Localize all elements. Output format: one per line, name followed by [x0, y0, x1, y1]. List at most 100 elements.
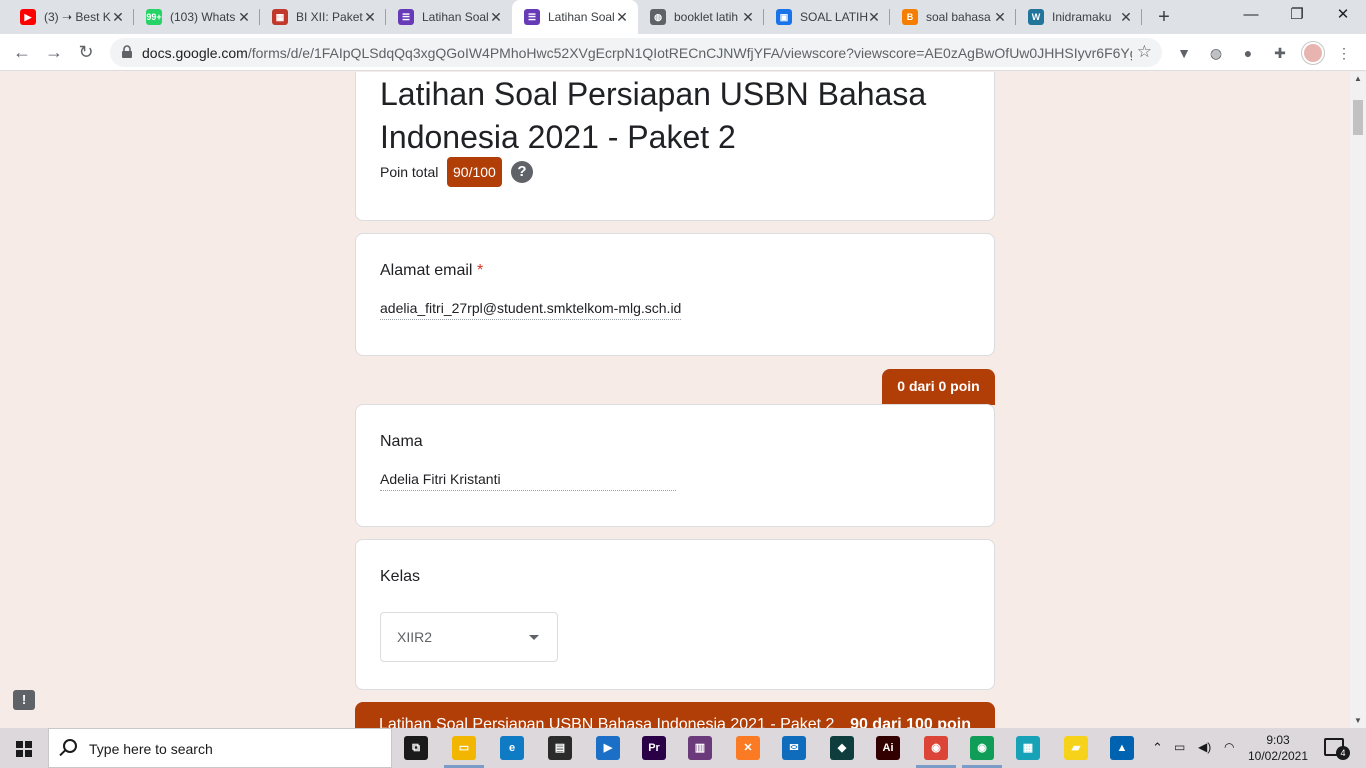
reload-icon[interactable]: ↻ [74, 40, 98, 64]
browser-tab[interactable]: ☰ Latihan Soal ✕ [386, 0, 512, 34]
address-bar[interactable]: docs.google.com/forms/d/e/1FAIpQLSdqQq3x… [110, 38, 1162, 67]
search-icon [63, 739, 77, 753]
blogger-icon: B [902, 9, 918, 25]
browser-tab[interactable]: ◍ booklet latih ✕ [638, 0, 764, 34]
extension-globe-icon[interactable]: ◍ [1206, 43, 1226, 63]
browser-tab[interactable]: Bsoal bahasa ✕ [890, 0, 1016, 34]
tab-title: booklet latih [674, 10, 739, 24]
class-label: Kelas [380, 568, 421, 585]
file-explorer-icon[interactable]: ▭ [452, 736, 476, 760]
browser-tab[interactable]: ▶ (3) ➝ Best K ✕ [8, 0, 134, 34]
doc-icon: ▦ [272, 9, 288, 25]
winrar-icon[interactable]: ▥ [688, 736, 712, 760]
google-forms-icon: ☰ [398, 9, 414, 25]
illustrator-icon[interactable]: Ai [876, 736, 900, 760]
tab-close-icon[interactable]: ✕ [992, 9, 1008, 25]
class-select[interactable]: XIIR2 [380, 612, 558, 662]
browser-tab[interactable]: W Inidramaku ✕ [1016, 0, 1142, 34]
chrome-icon[interactable]: ◉ [924, 736, 948, 760]
restore-button[interactable]: ❐ [1274, 0, 1320, 30]
xampp-icon[interactable]: ✕ [736, 736, 760, 760]
tab-title: Latihan Soal [548, 10, 615, 24]
url-text: docs.google.com/forms/d/e/1FAIpQLSdqQq3x… [142, 45, 1132, 61]
forward-icon[interactable]: → [42, 40, 66, 64]
chrome-profile-icon[interactable]: ◉ [970, 736, 994, 760]
notification-count-badge: 4 [1336, 746, 1350, 760]
class-select-value: XIIR2 [397, 629, 433, 645]
classroom-icon: ▣ [776, 9, 792, 25]
clock-date: 10/02/2021 [1247, 749, 1309, 763]
new-tab-button[interactable]: + [1154, 7, 1174, 27]
total-score-badge: 90/100 [447, 157, 502, 187]
menu-dots-icon[interactable]: ⋮ [1334, 43, 1354, 63]
scroll-up-arrow-icon[interactable]: ▲ [1350, 72, 1366, 86]
tab-close-icon[interactable]: ✕ [362, 9, 378, 25]
globe-icon: ◍ [650, 9, 666, 25]
taskbar-search-box[interactable]: Type here to search [48, 728, 392, 768]
video-editor-icon[interactable]: ▶ [596, 736, 620, 760]
edge-icon[interactable]: e [500, 736, 524, 760]
store-icon[interactable]: ▤ [548, 736, 572, 760]
name-label: Nama [380, 433, 423, 450]
tab-close-icon[interactable]: ✕ [866, 9, 882, 25]
form-header-card: Latihan Soal Persiapan USBN Bahasa Indon… [355, 72, 995, 221]
scroll-down-arrow-icon[interactable]: ▼ [1350, 714, 1366, 728]
photos-icon[interactable]: ▲ [1110, 736, 1134, 760]
form-page: Latihan Soal Persiapan USBN Bahasa Indon… [0, 72, 1350, 728]
windows-logo-icon [16, 741, 32, 757]
tab-close-icon[interactable]: ✕ [236, 9, 252, 25]
windows-taskbar: Type here to search ⌃ ▭ ◀) ◠ 9:03 10/02/… [0, 728, 1366, 768]
score-summary-bar: Latihan Soal Persiapan USBN Bahasa Indon… [355, 702, 995, 728]
tab-title: soal bahasa [926, 10, 991, 24]
summary-title: Latihan Soal Persiapan USBN Bahasa Indon… [379, 716, 835, 728]
premiere-icon[interactable]: Pr [642, 736, 666, 760]
summary-score: 90 dari 100 poin [850, 716, 971, 728]
close-window-button[interactable]: ✕ [1320, 0, 1366, 30]
extensions-puzzle-icon[interactable]: ✚ [1270, 43, 1290, 63]
report-feedback-icon[interactable]: ! [13, 690, 35, 710]
action-center-icon[interactable]: 4 [1324, 738, 1350, 760]
email-answer: adelia_fitri_27rpl@student.smktelkom-mlg… [380, 300, 682, 320]
battery-icon[interactable]: ▭ [1174, 740, 1185, 754]
page-scrollbar[interactable]: ▲ ▼ [1350, 72, 1366, 728]
start-button[interactable] [0, 728, 48, 768]
tab-close-icon[interactable]: ✕ [110, 9, 126, 25]
class-question-card: Kelas XIIR2 [355, 539, 995, 690]
tab-close-icon[interactable]: ✕ [1118, 9, 1134, 25]
tab-close-icon[interactable]: ✕ [488, 9, 504, 25]
wifi-icon[interactable]: ◠ [1224, 740, 1234, 754]
back-icon[interactable]: ← [10, 40, 34, 64]
minimize-button[interactable]: — [1228, 0, 1274, 30]
tab-close-icon[interactable]: ✕ [614, 9, 630, 25]
help-icon[interactable]: ? [511, 161, 533, 183]
whatsapp-icon: 99+ [146, 9, 162, 25]
tab-title: SOAL LATIH [800, 10, 869, 24]
browser-tab[interactable]: ☰ Latihan Soal ✕ [512, 0, 638, 34]
tab-close-icon[interactable]: ✕ [740, 9, 756, 25]
name-question-card: Nama Adelia Fitri Kristanti [355, 404, 995, 527]
extension-filter-icon[interactable]: ▼ [1174, 43, 1194, 63]
youtube-icon: ▶ [20, 9, 36, 25]
mail-icon[interactable]: ✉ [782, 736, 806, 760]
bookmark-star-icon[interactable]: ☆ [1137, 42, 1152, 62]
unknown-app-icon[interactable]: ▦ [1016, 736, 1040, 760]
browser-tab[interactable]: ▣ SOAL LATIH ✕ [764, 0, 890, 34]
system-clock[interactable]: 9:03 10/02/2021 [1244, 732, 1312, 764]
browser-tab[interactable]: ▦ BI XII: Paket ✕ [260, 0, 386, 34]
scrollbar-thumb[interactable] [1353, 100, 1363, 135]
google-forms-icon: ☰ [524, 9, 540, 25]
task-view-icon[interactable]: ⧉ [404, 736, 428, 760]
profile-avatar[interactable] [1302, 42, 1324, 64]
sticky-notes-icon[interactable]: ▰ [1064, 736, 1088, 760]
filmora-icon[interactable]: ◆ [830, 736, 854, 760]
clock-time: 9:03 [1266, 733, 1290, 747]
tab-title: Latihan Soal [422, 10, 489, 24]
tab-separator [1141, 9, 1142, 25]
search-placeholder: Type here to search [89, 741, 213, 757]
browser-tab[interactable]: 99+ (103) Whats ✕ [134, 0, 260, 34]
extension-circle-icon[interactable]: ● [1238, 43, 1258, 63]
name-answer: Adelia Fitri Kristanti [380, 471, 676, 491]
volume-icon[interactable]: ◀) [1198, 740, 1211, 754]
tab-title: (103) Whats [170, 10, 236, 24]
show-hidden-icons-chevron-icon[interactable]: ⌃ [1152, 740, 1163, 756]
